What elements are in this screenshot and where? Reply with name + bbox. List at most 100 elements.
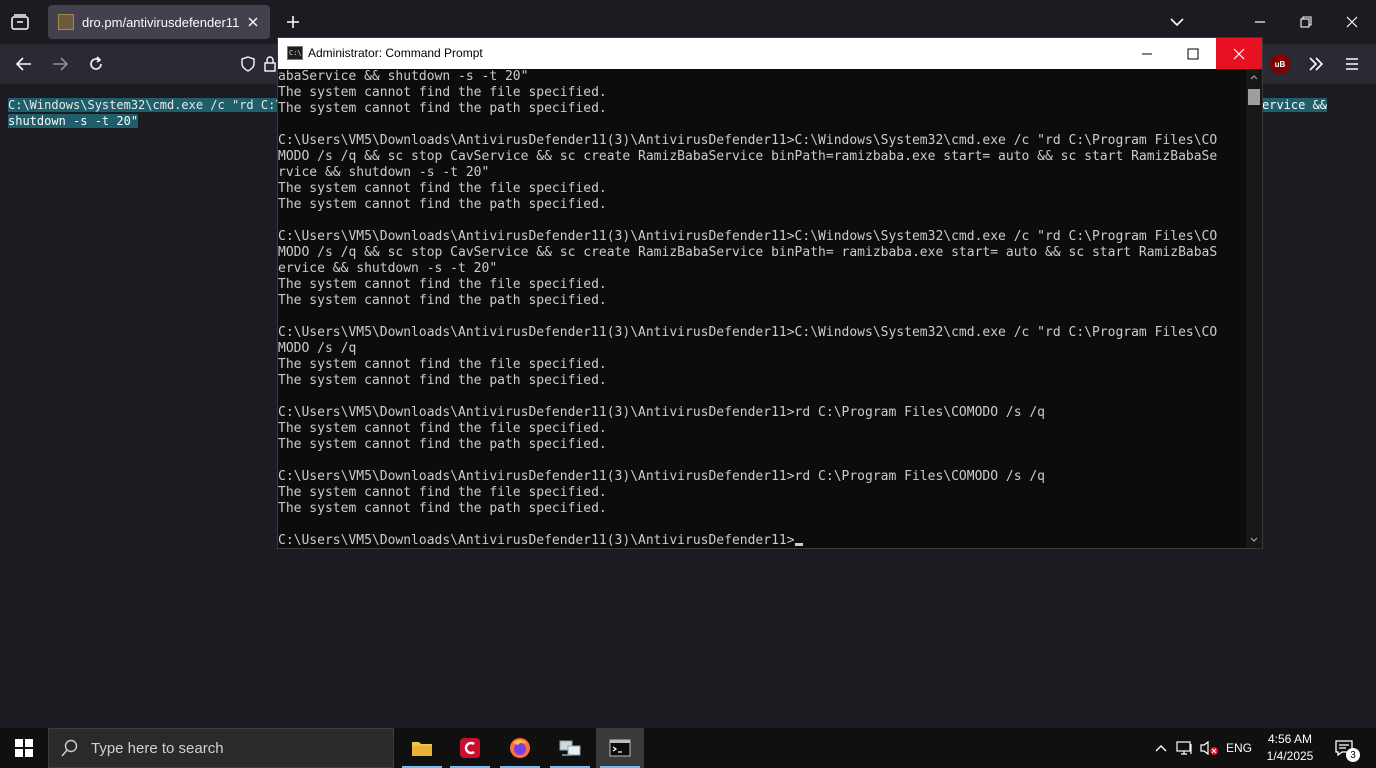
network-computers-icon <box>559 740 581 756</box>
clock-time: 4:56 AM <box>1267 732 1313 746</box>
tab-list-button[interactable] <box>8 10 32 34</box>
forward-button[interactable] <box>46 50 74 78</box>
console-line: C:\Users\VM5\Downloads\AntivirusDefender… <box>278 405 1046 420</box>
cmd-close-button[interactable] <box>1216 38 1262 69</box>
cmd-title-bar[interactable]: C:\ Administrator: Command Prompt <box>278 38 1262 69</box>
chevron-down-icon <box>1170 18 1184 27</box>
console-line: The system cannot find the file specifie… <box>278 181 607 196</box>
console-output[interactable]: abaService && shutdown -s -t 20" The syst… <box>278 69 1246 548</box>
maximize-icon <box>1187 48 1199 59</box>
tab-list-icon <box>11 14 29 30</box>
console-line: The system cannot find the file specifie… <box>278 277 607 292</box>
page-content-line2: shutdown -s -t 20" <box>8 113 139 129</box>
ublock-extension-button[interactable]: uB <box>1270 54 1290 74</box>
notification-count-badge: 3 <box>1346 748 1360 762</box>
plus-icon <box>287 16 299 28</box>
arrow-left-icon <box>16 57 31 71</box>
extensions-overflow-button[interactable] <box>1302 50 1330 78</box>
double-chevron-right-icon <box>1309 57 1324 71</box>
taskbar-comodo[interactable] <box>446 728 494 768</box>
taskbar-firefox[interactable] <box>496 728 544 768</box>
tab-close-button[interactable] <box>244 13 262 31</box>
list-all-tabs-button[interactable] <box>1166 10 1188 34</box>
selected-text-line1-end: ervice && <box>1262 98 1328 112</box>
console-line: The system cannot find the path specifie… <box>278 101 607 116</box>
chevron-up-icon <box>1250 75 1258 80</box>
scroll-down-button[interactable] <box>1246 532 1262 548</box>
network-status-button[interactable] <box>1174 728 1196 768</box>
clock-date: 1/4/2025 <box>1266 749 1314 763</box>
ublock-label: uB <box>1274 59 1286 69</box>
console-line: The system cannot find the path specifie… <box>278 437 607 452</box>
console-scrollbar[interactable] <box>1246 69 1262 548</box>
new-tab-button[interactable] <box>282 10 304 34</box>
site-favicon-icon <box>58 14 74 30</box>
lock-icon <box>264 56 276 72</box>
selected-text-line1: C:\Windows\System32\cmd.exe /c "rd C:\ <box>8 98 283 112</box>
show-hidden-icons-button[interactable] <box>1150 728 1172 768</box>
search-placeholder: Type here to search <box>91 739 224 757</box>
cmd-window-title: Administrator: Command Prompt <box>308 46 483 60</box>
close-icon <box>1233 48 1245 59</box>
taskbar-search-box[interactable]: Type here to search <box>48 728 394 768</box>
arrow-right-icon <box>53 57 68 71</box>
console-line: The system cannot find the file specifie… <box>278 85 607 100</box>
page-content-right: ervice && <box>1262 97 1328 113</box>
console-line: C:\Users\VM5\Downloads\AntivirusDefender… <box>278 325 1218 340</box>
console-line: The system cannot find the file specifie… <box>278 357 607 372</box>
firefox-icon <box>510 738 530 758</box>
volume-button[interactable] <box>1198 728 1220 768</box>
minimize-icon <box>1142 53 1152 54</box>
console-line: C:\Users\VM5\Downloads\AntivirusDefender… <box>278 469 1046 484</box>
browser-close-button[interactable] <box>1332 6 1372 38</box>
tracking-protection-button[interactable] <box>234 50 262 78</box>
console-line: rvice && shutdown -s -t 20" <box>278 165 490 180</box>
language-indicator[interactable]: ENG <box>1222 728 1256 768</box>
close-icon <box>1346 16 1358 28</box>
console-prompt-line: C:\Users\VM5\Downloads\AntivirusDefender… <box>278 533 1246 548</box>
console-prompt: C:\Users\VM5\Downloads\AntivirusDefender… <box>278 533 795 548</box>
folder-icon <box>412 742 432 756</box>
console-line: MODO /s /q <box>278 341 357 356</box>
selected-text-line2: shutdown -s -t 20" <box>8 114 139 128</box>
chevron-down-icon <box>1250 537 1258 542</box>
console-line: The system cannot find the file specifie… <box>278 485 607 500</box>
app-menu-button[interactable] <box>1338 50 1366 78</box>
console-line: The system cannot find the path specifie… <box>278 501 607 516</box>
scrollbar-thumb[interactable] <box>1248 89 1260 105</box>
taskbar-network-app[interactable] <box>546 728 594 768</box>
console-line: ervice && shutdown -s -t 20" <box>278 261 498 276</box>
taskbar-command-prompt[interactable] <box>596 728 644 768</box>
minimize-icon <box>1255 21 1265 23</box>
reload-icon <box>90 56 102 70</box>
start-button[interactable] <box>0 728 48 768</box>
cmd-maximize-button[interactable] <box>1170 38 1216 69</box>
text-cursor <box>794 543 803 546</box>
browser-restore-button[interactable] <box>1286 6 1326 38</box>
comodo-icon <box>460 738 480 758</box>
network-icon <box>1176 741 1192 755</box>
command-prompt-window[interactable]: C:\ Administrator: Command Prompt abaSer… <box>277 37 1263 549</box>
hamburger-menu-icon <box>1346 58 1358 70</box>
reload-button[interactable] <box>82 50 110 78</box>
cmd-minimize-button[interactable] <box>1124 38 1170 69</box>
browser-minimize-button[interactable] <box>1240 6 1280 38</box>
back-button[interactable] <box>10 50 38 78</box>
site-info-button[interactable] <box>262 50 276 78</box>
browser-tab-active[interactable]: dro.pm/antivirusdefender11 <box>48 5 270 39</box>
console-line: abaService && shutdown -s -t 20" <box>278 69 529 84</box>
shield-icon <box>241 56 255 72</box>
console-line: C:\Users\VM5\Downloads\AntivirusDefender… <box>278 133 1218 148</box>
close-icon <box>248 17 258 27</box>
console-line: The system cannot find the path specifie… <box>278 197 607 212</box>
chevron-up-icon <box>1155 745 1167 752</box>
console-line: MODO /s /q && sc stop CavService && sc c… <box>278 149 1218 164</box>
scroll-up-button[interactable] <box>1246 69 1262 85</box>
taskbar-file-explorer[interactable] <box>398 728 446 768</box>
taskbar-clock[interactable]: 4:56 AM 1/4/2025 <box>1256 731 1324 765</box>
